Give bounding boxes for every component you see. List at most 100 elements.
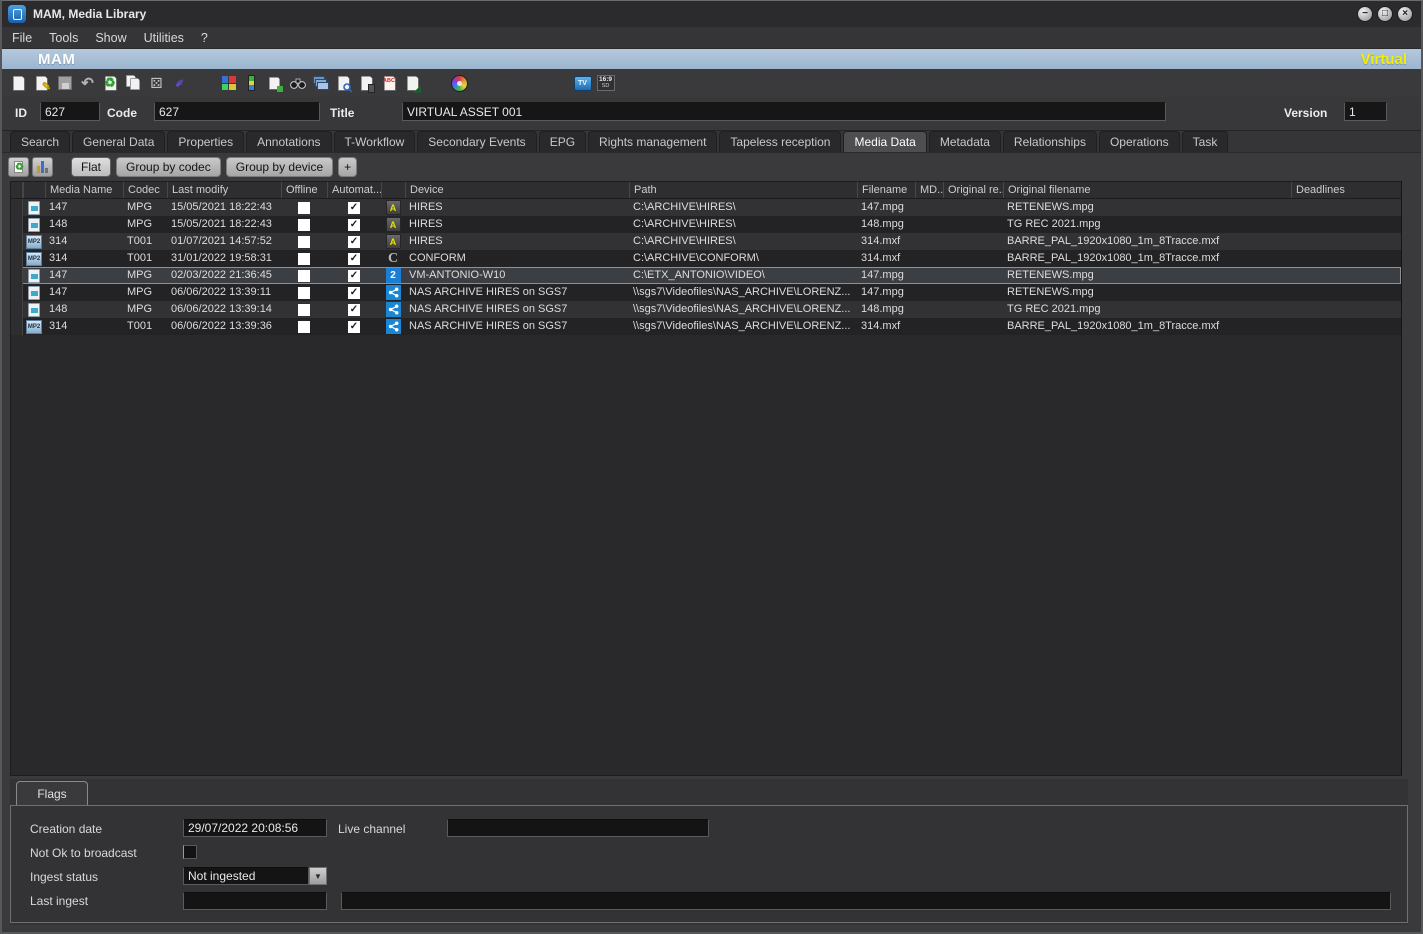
tab-secondary-events[interactable]: Secondary Events bbox=[417, 131, 536, 152]
header-automatic[interactable]: Automat... bbox=[327, 182, 381, 198]
code-field[interactable] bbox=[154, 102, 320, 121]
last-ingest-detail-field[interactable] bbox=[341, 892, 1391, 910]
header-original-re[interactable]: Original re... bbox=[943, 182, 1003, 198]
table-row[interactable]: 148 MPG 15/05/2021 18:22:43 ✓ A HIRES C:… bbox=[11, 216, 1401, 233]
header-offline[interactable]: Offline bbox=[281, 182, 327, 198]
copy-pages-icon[interactable] bbox=[264, 72, 285, 94]
tab-properties[interactable]: Properties bbox=[167, 131, 244, 152]
offline-checkbox[interactable] bbox=[298, 219, 310, 231]
automatic-checkbox[interactable]: ✓ bbox=[348, 253, 360, 265]
header-original-filename[interactable]: Original filename bbox=[1003, 182, 1291, 198]
automatic-checkbox[interactable]: ✓ bbox=[348, 270, 360, 282]
aspect-sd-icon[interactable]: 16:9SD bbox=[595, 72, 616, 94]
table-row[interactable]: MP2 314 T001 01/07/2021 14:57:52 ✓ A HIR… bbox=[11, 233, 1401, 250]
offline-checkbox[interactable] bbox=[298, 202, 310, 214]
offline-checkbox[interactable] bbox=[298, 321, 310, 333]
export-document-icon[interactable] bbox=[402, 72, 423, 94]
header-path[interactable]: Path bbox=[629, 182, 857, 198]
tab-operations[interactable]: Operations bbox=[1099, 131, 1180, 152]
maximize-button[interactable]: □ bbox=[1377, 6, 1393, 22]
refresh-media-list-button[interactable]: ♻ bbox=[8, 157, 29, 177]
automatic-checkbox[interactable]: ✓ bbox=[348, 287, 360, 299]
workstation-config-icon[interactable] bbox=[218, 72, 239, 94]
automatic-checkbox[interactable]: ✓ bbox=[348, 236, 360, 248]
tab-task[interactable]: Task bbox=[1182, 131, 1229, 152]
table-row[interactable]: MP2 314 T001 31/01/2022 19:58:31 ✓ C CON… bbox=[11, 250, 1401, 267]
abc-spellcheck-icon[interactable]: ABC bbox=[379, 72, 400, 94]
title-field[interactable] bbox=[402, 102, 1166, 121]
tab-tapeless-reception[interactable]: Tapeless reception bbox=[719, 131, 841, 152]
header-md[interactable]: MD... bbox=[915, 182, 943, 198]
creation-date-field[interactable] bbox=[183, 819, 327, 837]
offline-checkbox[interactable] bbox=[298, 304, 310, 316]
last-ingest-field[interactable] bbox=[183, 892, 327, 910]
undo-icon[interactable]: ↶ bbox=[77, 72, 98, 94]
automatic-checkbox[interactable]: ✓ bbox=[348, 321, 360, 333]
refresh-asset-icon[interactable]: ♻ bbox=[100, 72, 121, 94]
header-media-name[interactable]: Media Name bbox=[45, 182, 123, 198]
table-row[interactable]: 147 MPG 15/05/2021 18:22:43 ✓ A HIRES C:… bbox=[11, 199, 1401, 216]
log-document-icon[interactable] bbox=[356, 72, 377, 94]
tab-t-workflow[interactable]: T-Workflow bbox=[334, 131, 416, 152]
automatic-checkbox[interactable]: ✓ bbox=[348, 304, 360, 316]
not-ok-to-broadcast-checkbox[interactable] bbox=[183, 845, 197, 859]
menu-utilities[interactable]: Utilities bbox=[144, 29, 193, 47]
table-row[interactable]: 148 MPG 06/06/2022 13:39:14 ✓ NAS ARCHIV… bbox=[11, 301, 1401, 318]
close-button[interactable]: × bbox=[1397, 6, 1413, 22]
chevron-down-icon[interactable]: ▼ bbox=[309, 867, 327, 885]
table-row-selected[interactable]: 147 MPG 02/03/2022 21:36:45 ✓ 2 VM-ANTON… bbox=[11, 267, 1401, 284]
table-row[interactable]: MP2 314 T001 06/06/2022 13:39:36 ✓ NAS A… bbox=[11, 318, 1401, 335]
ingest-status-dropdown[interactable]: ▼ bbox=[183, 867, 327, 885]
save-icon[interactable] bbox=[54, 72, 75, 94]
tab-flags[interactable]: Flags bbox=[16, 781, 88, 806]
media-player-wheel-icon[interactable] bbox=[449, 72, 470, 94]
header-deadlines[interactable]: Deadlines bbox=[1291, 182, 1401, 198]
menu-tools[interactable]: Tools bbox=[49, 29, 87, 47]
tab-epg[interactable]: EPG bbox=[539, 131, 586, 152]
live-channel-field[interactable] bbox=[447, 819, 709, 837]
tab-general-data[interactable]: General Data bbox=[72, 131, 165, 152]
offline-checkbox[interactable] bbox=[298, 270, 310, 282]
offline-checkbox[interactable] bbox=[298, 236, 310, 248]
tab-metadata[interactable]: Metadata bbox=[929, 131, 1001, 152]
minimize-button[interactable]: − bbox=[1357, 6, 1373, 22]
new-asset-icon[interactable] bbox=[8, 72, 29, 94]
layers-icon[interactable] bbox=[310, 72, 331, 94]
automatic-checkbox[interactable]: ✓ bbox=[348, 219, 360, 231]
automatic-checkbox[interactable]: ✓ bbox=[348, 202, 360, 214]
tab-media-data[interactable]: Media Data bbox=[843, 131, 926, 152]
offline-checkbox[interactable] bbox=[298, 287, 310, 299]
tab-relationships[interactable]: Relationships bbox=[1003, 131, 1097, 152]
ingest-status-value[interactable] bbox=[183, 867, 309, 885]
view-flat-button[interactable]: Flat bbox=[71, 157, 111, 177]
header-device[interactable]: Device bbox=[405, 182, 629, 198]
header-last-modify[interactable]: Last modify bbox=[167, 182, 281, 198]
menu-file[interactable]: File bbox=[12, 29, 41, 47]
header-media-icon[interactable] bbox=[23, 182, 45, 198]
media-report-button[interactable] bbox=[32, 157, 53, 177]
cell-media-name: 148 bbox=[45, 216, 123, 233]
view-add-button[interactable]: + bbox=[338, 157, 357, 177]
version-field[interactable] bbox=[1344, 102, 1387, 121]
batch-dice-icon[interactable]: ⚄ bbox=[146, 72, 167, 94]
menu-help[interactable]: ? bbox=[201, 29, 217, 47]
menu-show[interactable]: Show bbox=[95, 29, 135, 47]
tab-search[interactable]: Search bbox=[10, 131, 70, 152]
view-group-by-device-button[interactable]: Group by device bbox=[226, 157, 333, 177]
view-group-by-codec-button[interactable]: Group by codec bbox=[116, 157, 221, 177]
tv-monitor-icon[interactable]: TV bbox=[572, 72, 593, 94]
table-row[interactable]: 147 MPG 06/06/2022 13:39:11 ✓ NAS ARCHIV… bbox=[11, 284, 1401, 301]
offline-checkbox[interactable] bbox=[298, 253, 310, 265]
header-device-icon[interactable] bbox=[381, 182, 405, 198]
edit-asset-icon[interactable]: ✎ bbox=[31, 72, 52, 94]
tab-annotations[interactable]: Annotations bbox=[246, 131, 331, 152]
id-field[interactable] bbox=[40, 102, 100, 121]
preview-document-icon[interactable] bbox=[333, 72, 354, 94]
search-binoculars-icon[interactable] bbox=[287, 72, 308, 94]
status-bars-icon[interactable] bbox=[241, 72, 262, 94]
design-brush-icon[interactable]: ✒ bbox=[169, 72, 190, 94]
header-codec[interactable]: Codec bbox=[123, 182, 167, 198]
header-filename[interactable]: Filename bbox=[857, 182, 915, 198]
copy-asset-icon[interactable] bbox=[123, 72, 144, 94]
tab-rights-management[interactable]: Rights management bbox=[588, 131, 717, 152]
